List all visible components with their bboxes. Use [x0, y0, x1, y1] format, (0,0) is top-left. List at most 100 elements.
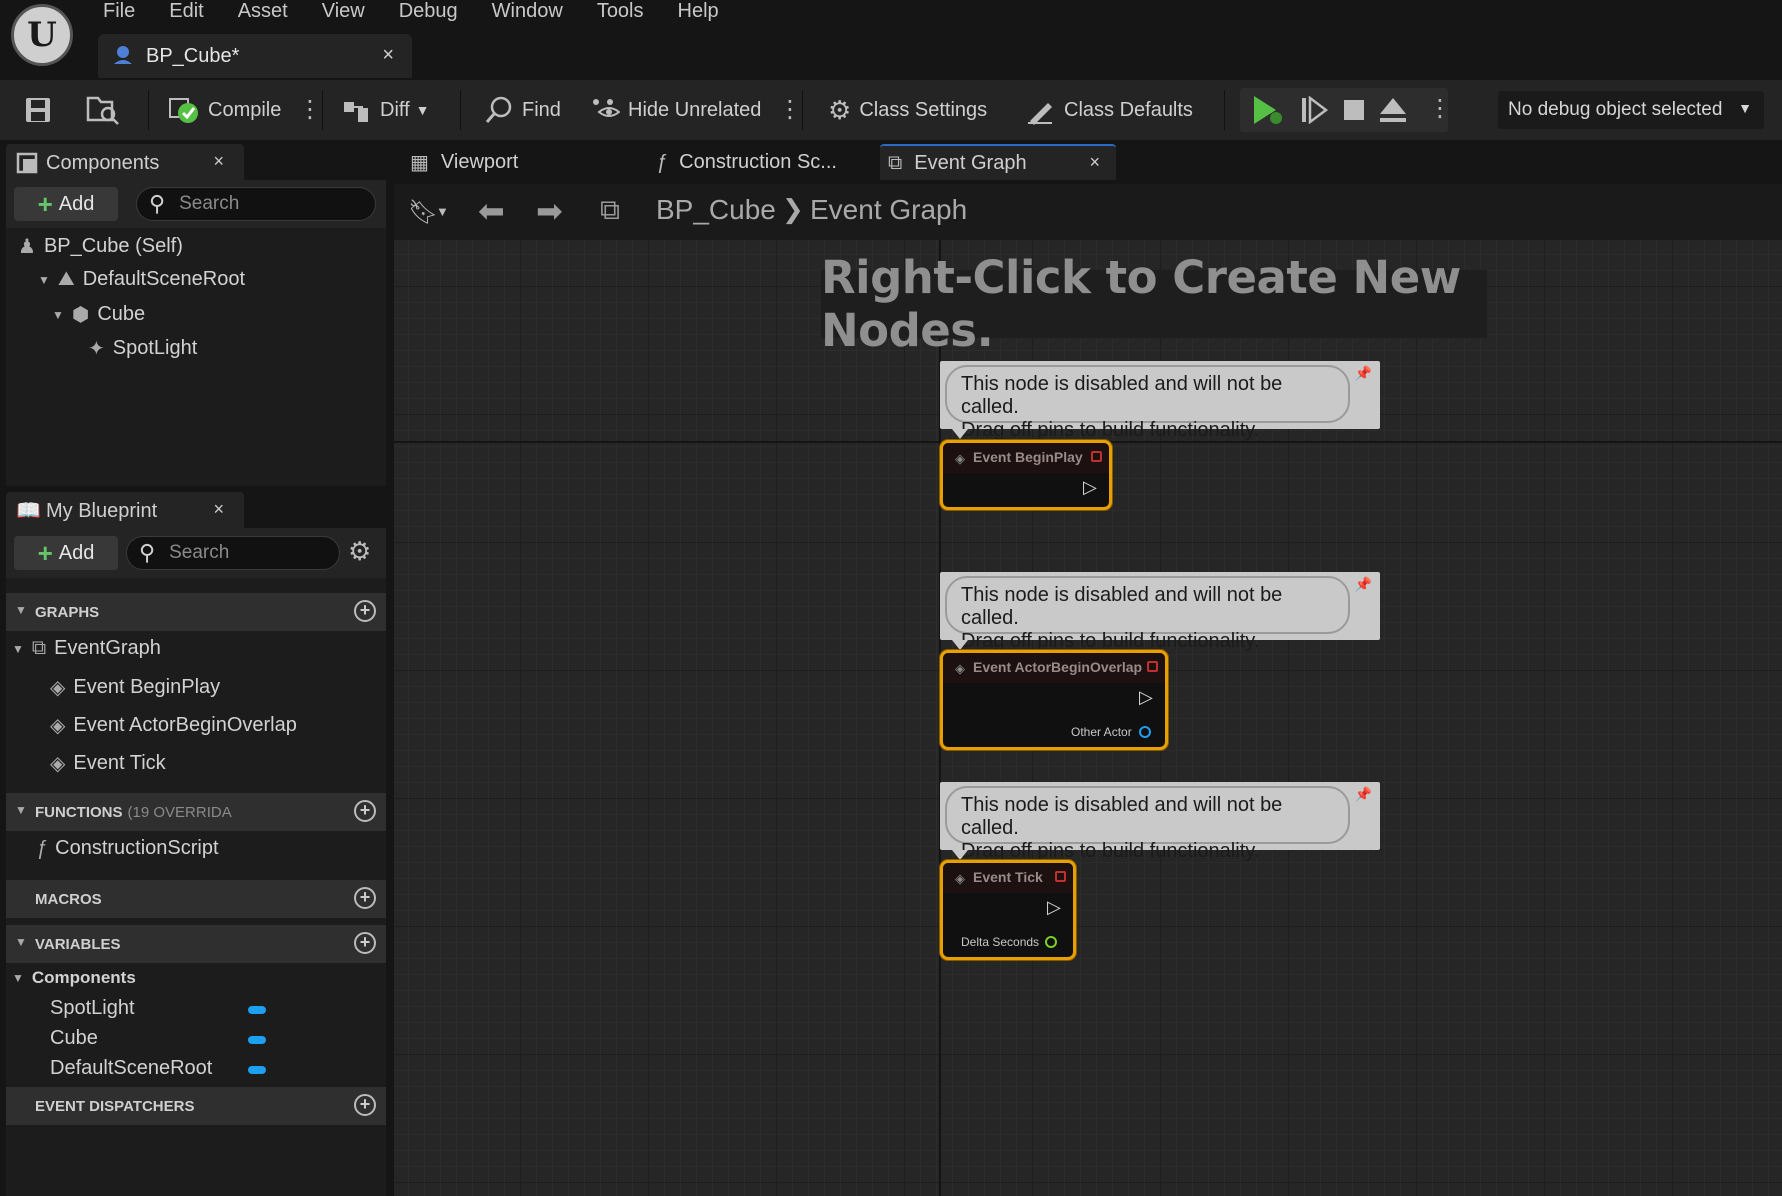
section-event-dispatchers[interactable]: EVENT DISPATCHERS + [6, 1087, 386, 1125]
tree-item-cube[interactable]: ▼ ⬢ Cube [52, 302, 145, 327]
collapse-arrow-icon: ▼ [38, 272, 50, 287]
my-blueprint-add-button[interactable]: + Add [14, 536, 118, 570]
add-graph-icon[interactable]: + [354, 600, 376, 622]
menu-asset[interactable]: Asset [221, 0, 305, 26]
menu-debug[interactable]: Debug [382, 0, 475, 26]
class-defaults-label: Class Defaults [1064, 98, 1193, 121]
compile-options-icon[interactable]: ⋮ [298, 96, 322, 124]
comment-pin-icon[interactable]: 📌 [1355, 786, 1372, 803]
exec-out-pin-icon[interactable]: ▷ [1047, 897, 1061, 918]
bookmark-icon[interactable]: 🔖︎ [408, 198, 438, 227]
object-pin-icon[interactable] [1139, 726, 1151, 738]
section-graphs[interactable]: ▼ GRAPHS + [6, 593, 386, 631]
delegate-pin-icon[interactable] [1055, 871, 1066, 882]
comment-line-1: This node is disabled and will not be ca… [961, 794, 1283, 839]
add-variable-icon[interactable]: + [354, 932, 376, 954]
my-blueprint-search-input[interactable]: ⚲ Search [126, 536, 340, 570]
back-arrow-icon[interactable]: ⬅ [478, 192, 505, 230]
variable-item-defaultsceneroot[interactable]: DefaultSceneRoot [50, 1057, 212, 1080]
graph-item-event-beginplay[interactable]: ◈ Event BeginPlay [50, 675, 220, 700]
delegate-pin-icon[interactable] [1091, 451, 1102, 462]
menu-tools[interactable]: Tools [580, 0, 661, 26]
section-functions[interactable]: ▼ FUNCTIONS (19 OVERRIDA + [6, 793, 386, 831]
menu-file[interactable]: File [86, 0, 152, 26]
tree-item-default-scene-root[interactable]: ▼ ⛰ DefaultSceneRoot [38, 268, 245, 291]
breadcrumb-current: Event Graph [810, 194, 968, 225]
document-tab-bp-cube[interactable]: BP_Cube* × [98, 34, 412, 78]
document-tab-close-icon[interactable]: × [382, 44, 394, 67]
variable-item-cube[interactable]: Cube [50, 1027, 98, 1050]
settings-gear-icon[interactable]: ⚙ [348, 536, 371, 567]
components-search-input[interactable]: ⚲ Search [136, 187, 376, 221]
save-icon[interactable] [24, 96, 52, 124]
tree-item-bp-cube-self[interactable]: ♟ BP_Cube (Self) [18, 234, 183, 259]
diff-button[interactable]: Diff ▼ [342, 80, 430, 140]
find-button[interactable]: Find [484, 80, 561, 140]
browse-icon[interactable] [86, 94, 120, 126]
graph-item-label: Event BeginPlay [73, 676, 221, 698]
unreal-logo[interactable]: U [11, 4, 73, 66]
exec-out-pin-icon[interactable]: ▷ [1083, 477, 1097, 498]
class-settings-button[interactable]: ⚙ Class Settings [828, 80, 987, 140]
tab-viewport[interactable]: ▦ Viewport [400, 144, 600, 180]
play-options-icon[interactable]: ⋮ [1428, 95, 1452, 123]
comment-pin-icon[interactable]: 📌 [1355, 576, 1372, 593]
event-diamond-icon: ◈ [955, 451, 965, 466]
tab-event-graph-close-icon[interactable]: × [1089, 152, 1100, 173]
eject-icon[interactable] [1378, 96, 1408, 124]
variable-item-spotlight[interactable]: SpotLight [50, 997, 135, 1020]
graph-item-event-actorbeginoverlap[interactable]: ◈ Event ActorBeginOverlap [50, 713, 297, 738]
class-defaults-button[interactable]: Class Defaults [1026, 80, 1193, 140]
float-pin-icon[interactable] [1045, 936, 1057, 948]
section-macros-label: MACROS [35, 890, 102, 908]
menu-view[interactable]: View [305, 0, 382, 26]
tab-construction-script[interactable]: ƒ Construction Sc... [646, 144, 866, 180]
step-icon[interactable] [1300, 96, 1328, 124]
comment-pin-icon[interactable]: 📌 [1355, 365, 1372, 382]
my-blueprint-tab[interactable]: 📖 My Blueprint × [6, 492, 244, 528]
hide-unrelated-options-icon[interactable]: ⋮ [778, 96, 802, 124]
node-event-tick[interactable]: ◈ Event Tick ▷ Delta Seconds [940, 860, 1076, 960]
add-event-dispatcher-icon[interactable]: + [354, 1094, 376, 1116]
comment-line-1: This node is disabled and will not be ca… [961, 373, 1283, 418]
pin-label-delta-seconds: Delta Seconds [961, 935, 1040, 949]
delegate-pin-icon[interactable] [1147, 661, 1158, 672]
components-tree: ♟ BP_Cube (Self) ▼ ⛰ DefaultSceneRoot ▼ ⬢ C… [6, 228, 386, 486]
play-icon[interactable] [1250, 94, 1286, 126]
components-close-icon[interactable]: × [213, 151, 224, 172]
stop-icon[interactable] [1344, 100, 1364, 120]
collapse-arrow-icon: ▼ [12, 971, 24, 985]
tab-viewport-label: Viewport [440, 150, 519, 173]
exec-out-pin-icon[interactable]: ▷ [1139, 687, 1153, 708]
add-macro-icon[interactable]: + [354, 887, 376, 909]
event-graph-canvas[interactable]: 🔖︎ ▼ ⬅ ➡ ⧉ BP_Cube ❯ Event Graph Right-C… [394, 184, 1782, 1196]
variable-item-label: SpotLight [50, 997, 135, 1019]
node-event-actorbeginoverlap[interactable]: ◈ Event ActorBeginOverlap ▷ Other Actor [940, 650, 1168, 750]
graph-item-event-tick[interactable]: ◈ Event Tick [50, 751, 166, 776]
menu-window[interactable]: Window [475, 0, 580, 26]
function-item-constructionscript[interactable]: ƒ ConstructionScript [36, 837, 219, 860]
node-event-beginplay[interactable]: ◈ Event BeginPlay ▷ [940, 440, 1112, 510]
components-tab[interactable]: Components × [6, 144, 244, 180]
debug-object-select[interactable]: No debug object selected ▼ [1498, 91, 1764, 129]
graph-item-eventgraph[interactable]: ▼ ⧉ EventGraph [12, 637, 161, 660]
compile-check-icon [169, 98, 198, 123]
menu-help[interactable]: Help [661, 0, 736, 26]
add-function-icon[interactable]: + [354, 800, 376, 822]
menu-edit[interactable]: Edit [152, 0, 220, 26]
compile-button[interactable]: Compile [168, 80, 281, 140]
my-blueprint-close-icon[interactable]: × [213, 499, 224, 520]
tree-item-spotlight[interactable]: ✦ SpotLight [88, 336, 197, 361]
forward-arrow-icon[interactable]: ➡ [536, 192, 563, 230]
hide-unrelated-icon [593, 99, 620, 117]
hide-unrelated-button[interactable]: Hide Unrelated [590, 80, 761, 140]
section-variables[interactable]: ▼ VARIABLES + [6, 925, 386, 963]
components-add-button[interactable]: + Add [14, 187, 118, 221]
document-tab-label: BP_Cube* [146, 45, 240, 67]
section-macros[interactable]: MACROS + [6, 880, 386, 918]
tab-event-graph[interactable]: ⧉ Event Graph × [880, 144, 1116, 180]
variable-category-components[interactable]: ▼ Components [12, 968, 136, 988]
comment-tail [952, 850, 968, 860]
breadcrumb-root[interactable]: BP_Cube [656, 194, 776, 226]
bookmark-chevron-down-icon[interactable]: ▼ [436, 204, 449, 219]
